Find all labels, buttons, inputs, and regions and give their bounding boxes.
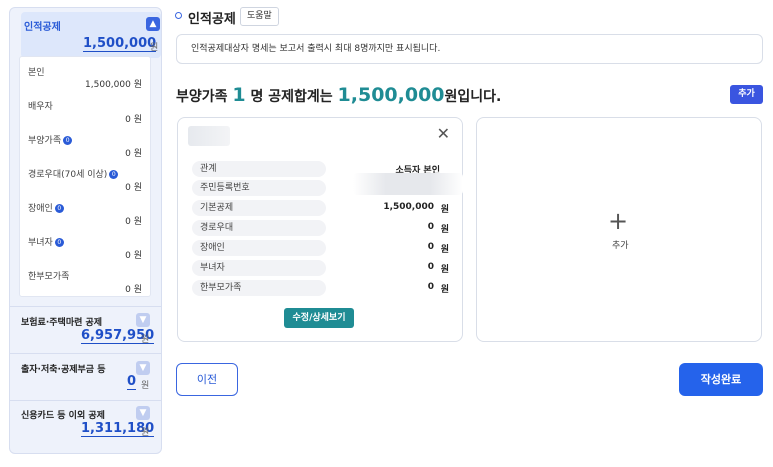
sidebar-item-label: 부녀자 0 (28, 235, 64, 248)
rrn-redacted (353, 173, 463, 195)
divider (10, 400, 161, 401)
dependent-name-redacted (188, 126, 230, 146)
help-button[interactable]: 도움말 (240, 7, 279, 26)
chevron-down-icon[interactable]: ▼ (136, 361, 150, 375)
sidebar-item-value: 0 원 (125, 217, 142, 227)
sidebar-section-title: 보험료·주택마련 공제 (21, 318, 103, 328)
edit-detail-button[interactable]: 수정/상세보기 (284, 308, 354, 328)
sidebar-section-personal[interactable]: 인적공제 ▲ 1,500,000 원 (21, 12, 161, 58)
row-value: 0 (427, 262, 434, 272)
sidebar-section-title: 신용카드 등 이외 공제 (21, 411, 105, 421)
complete-button[interactable]: 작성완료 (679, 363, 763, 396)
notice-box: 인적공제대상자 명세는 보고서 출력시 최대 8명까지만 표시됩니다. (176, 34, 763, 64)
close-icon[interactable]: ✕ (437, 124, 450, 143)
deduction-total: 1,500,000 (337, 84, 445, 106)
sidebar-item-label: 부양가족 0 (28, 133, 73, 146)
sidebar-section-title: 인적공제 (24, 22, 61, 33)
prev-button[interactable]: 이전 (176, 363, 238, 396)
count-badge: 0 (54, 238, 64, 247)
sidebar-section-title: 출자·저축·공제부금 등 (21, 365, 106, 375)
summary-middle: 명 공제합계는 (250, 89, 333, 105)
add-card-label: 추가 (612, 241, 629, 251)
plus-icon: + (608, 207, 629, 235)
sidebar-item-value: 0 원 (125, 149, 142, 159)
won-unit: 원 (150, 43, 159, 53)
dependent-card: ✕ 관계 소득자 본인 주민등록번호 기본공제 1,500,000 원 경로우대… (177, 117, 463, 342)
row-label: 한부모가족 (192, 280, 326, 296)
won-unit: 원 (141, 381, 150, 391)
add-dependent-button[interactable]: 추가 (730, 85, 763, 104)
row-unit: 원 (440, 245, 449, 255)
sidebar-item-label: 경로우대(70세 이상) 0 (28, 167, 119, 180)
chevron-down-icon[interactable]: ▼ (136, 406, 150, 420)
chevron-up-icon[interactable]: ▲ (146, 17, 160, 31)
row-unit: 원 (440, 205, 449, 215)
divider (10, 353, 161, 354)
row-value: 0 (427, 242, 434, 252)
dependent-count: 1 (232, 84, 246, 106)
row-label: 기본공제 (192, 200, 326, 216)
sidebar-item-value: 0 원 (125, 115, 142, 125)
row-value: 1,500,000 (383, 202, 434, 212)
row-value: 0 (427, 222, 434, 232)
page-title: 인적공제 (188, 12, 236, 27)
divider (10, 306, 161, 307)
summary-suffix: 원입니다. (444, 89, 502, 105)
row-label: 경로우대 (192, 220, 326, 236)
won-unit: 원 (141, 428, 150, 438)
count-badge: 0 (63, 136, 73, 145)
sidebar-item-label: 장애인 0 (28, 201, 64, 214)
sidebar-item-label: 배우자 (28, 102, 53, 112)
summary-prefix: 부양가족 (176, 89, 228, 105)
count-badge: 0 (54, 204, 64, 213)
sidebar-item-value: 0 원 (125, 285, 142, 295)
deduction-summary: 부양가족 1 명 공제합계는 1,500,000원입니다. (176, 84, 501, 106)
sidebar-item-label: 한부모가족 (28, 272, 70, 282)
won-unit: 원 (141, 335, 150, 345)
row-label: 부녀자 (192, 260, 326, 276)
row-unit: 원 (440, 265, 449, 275)
sidebar-item-value: 0 원 (125, 183, 142, 193)
chevron-down-icon[interactable]: ▼ (136, 313, 150, 327)
sidebar-sublist: 본인 1,500,000 원 배우자 0 원 부양가족 0 0 원 경로우대(70… (19, 56, 151, 297)
sidebar-item-value: 0 원 (125, 251, 142, 261)
add-dependent-card[interactable]: + 추가 (476, 117, 762, 342)
sidebar-item-label: 본인 (28, 68, 45, 78)
row-label: 장애인 (192, 240, 326, 256)
sidebar-section-amount: 0 (127, 374, 137, 390)
row-unit: 원 (440, 225, 449, 235)
row-label: 주민등록번호 (192, 180, 326, 196)
count-badge: 0 (109, 170, 119, 179)
sidebar: 인적공제 ▲ 1,500,000 원 본인 1,500,000 원 배우자 0 … (9, 7, 162, 454)
sidebar-item-value: 1,500,000 원 (85, 80, 142, 90)
title-bullet-icon (175, 12, 182, 19)
row-label: 관계 (192, 161, 326, 177)
row-value: 0 (427, 282, 434, 292)
row-unit: 원 (440, 285, 449, 295)
sidebar-section-amount: 1,500,000 (83, 36, 157, 52)
